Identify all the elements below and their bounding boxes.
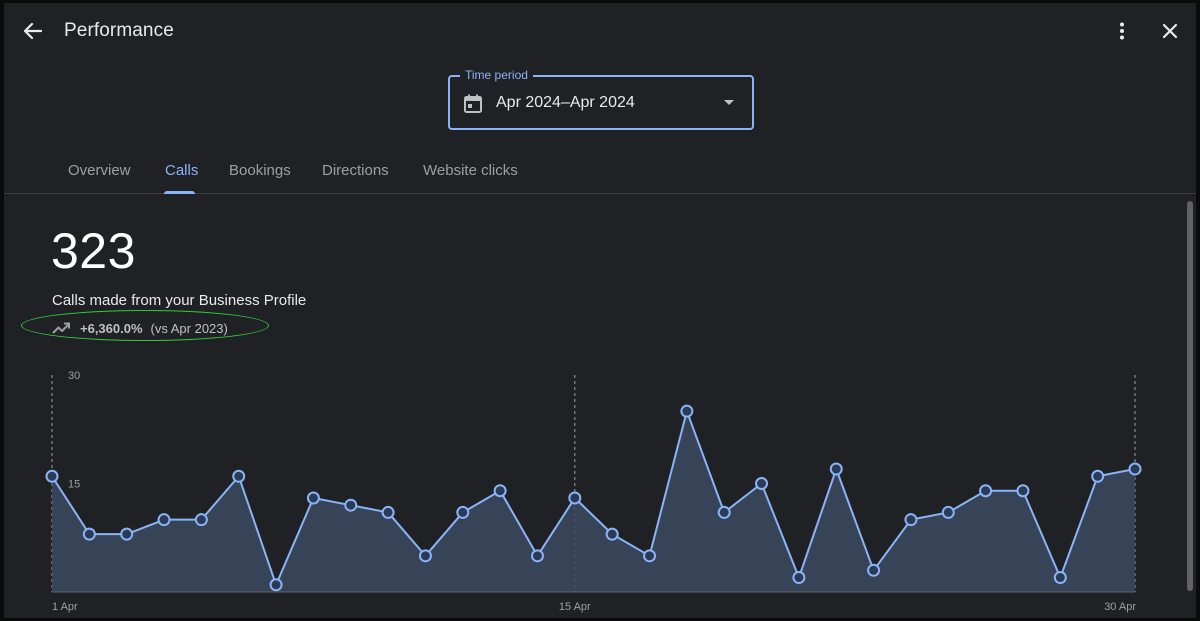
tab-website-clicks[interactable]: Website clicks: [423, 162, 518, 179]
x-tick-label: 30 Apr: [1104, 601, 1136, 613]
time-period-label: Time period: [460, 68, 533, 82]
more-options-button[interactable]: [1110, 17, 1134, 45]
close-button[interactable]: [1156, 17, 1184, 45]
close-icon: [1162, 23, 1178, 39]
more-vert-icon: [1120, 22, 1124, 40]
performance-dialog: Performance Time period Apr 2024–Apr 202…: [4, 3, 1196, 618]
time-period-select[interactable]: Time period Apr 2024–Apr 2024: [448, 68, 754, 130]
data-point: [493, 484, 507, 498]
y-tick-label: 30: [68, 370, 80, 382]
calendar-icon: [464, 94, 482, 113]
arrow-back-icon: [23, 22, 42, 40]
active-tab-indicator: [164, 191, 195, 194]
y-tick-label: 15: [68, 479, 80, 491]
data-point: [1016, 484, 1030, 498]
page-title: Performance: [64, 20, 174, 41]
data-point: [381, 505, 395, 519]
data-point: [904, 513, 918, 527]
data-point: [941, 505, 955, 519]
scrollbar-thumb[interactable]: [1187, 201, 1193, 591]
tab-directions[interactable]: Directions: [322, 162, 389, 179]
data-point: [530, 549, 544, 563]
data-point: [82, 527, 96, 541]
area-fill: [52, 411, 1135, 592]
data-point: [792, 571, 806, 585]
data-point: [643, 549, 657, 563]
data-point: [306, 491, 320, 505]
scrollbar[interactable]: [1184, 195, 1196, 618]
x-tick-label: 1 Apr: [52, 601, 78, 613]
data-point: [194, 513, 208, 527]
data-point: [157, 513, 171, 527]
data-point: [867, 563, 881, 577]
x-tick-label: 15 Apr: [559, 601, 591, 613]
data-point: [344, 498, 358, 512]
data-point: [456, 505, 470, 519]
data-point: [418, 549, 432, 563]
data-point: [1128, 462, 1142, 476]
data-point: [717, 505, 731, 519]
data-point: [269, 578, 283, 592]
data-point: [45, 469, 59, 483]
tab-overview[interactable]: Overview: [68, 162, 131, 179]
data-point: [829, 462, 843, 476]
data-point: [755, 477, 769, 490]
calls-panel: 323 Calls made from your Business Profil…: [4, 195, 1184, 618]
data-point: [680, 404, 694, 418]
top-bar: Performance: [4, 3, 1196, 59]
tab-calls[interactable]: Calls: [165, 162, 198, 179]
time-period-value: Apr 2024–Apr 2024: [496, 94, 635, 111]
data-point: [1053, 571, 1067, 585]
data-point: [979, 484, 993, 498]
back-button[interactable]: [16, 17, 48, 45]
data-point: [232, 469, 246, 483]
data-point: [568, 491, 582, 505]
tab-bookings[interactable]: Bookings: [229, 162, 291, 179]
chevron-down-icon: [724, 100, 734, 105]
data-point: [1091, 469, 1105, 483]
data-point: [120, 527, 134, 541]
tab-bar: Overview Calls Bookings Directions Websi…: [4, 151, 1196, 194]
data-point: [605, 527, 619, 541]
calls-chart: 30 15 1 Apr 15 Apr 30 Apr: [45, 370, 1142, 613]
